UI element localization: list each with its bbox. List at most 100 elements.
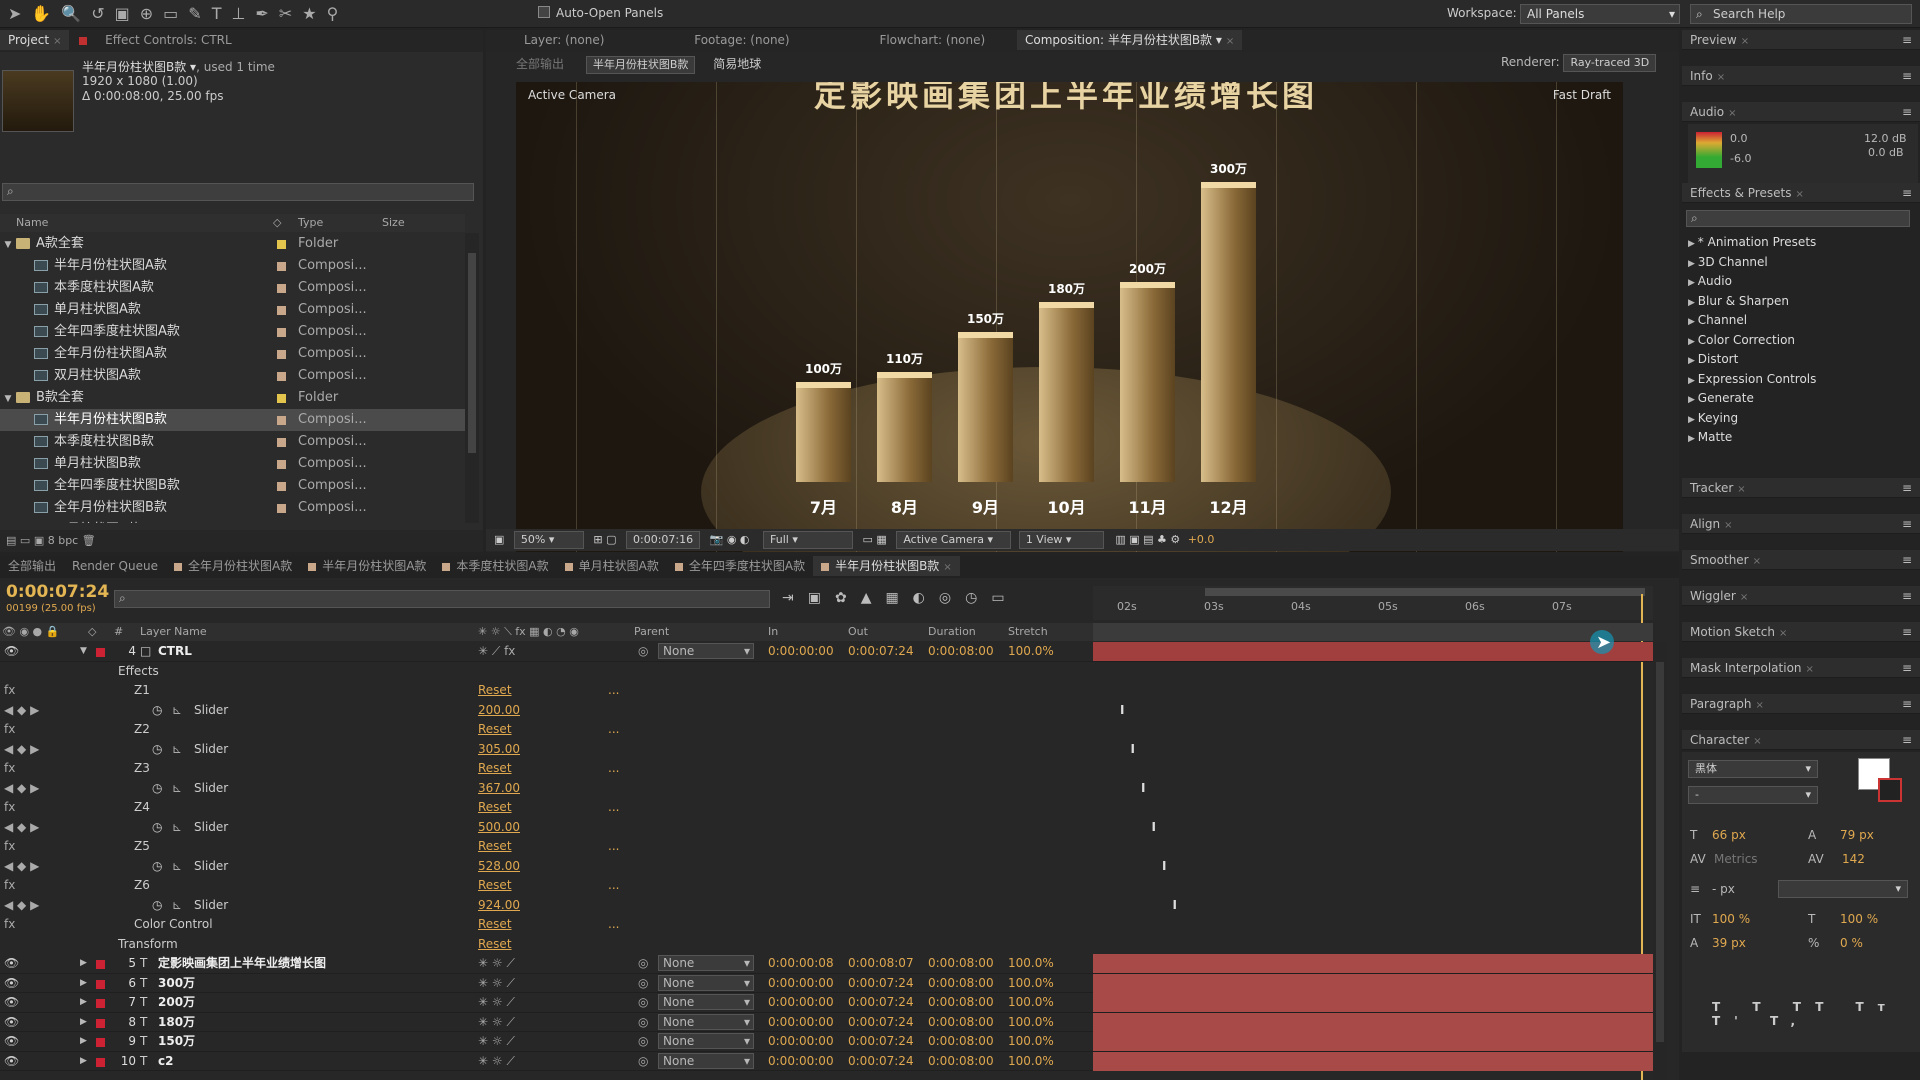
timeline-tab[interactable]: 单月柱状图A款 — [557, 556, 667, 576]
col-type[interactable]: Type — [298, 214, 323, 232]
keyframe-nav-icon[interactable]: ◀ ◆ ▶ — [4, 701, 39, 720]
project-item[interactable]: 全年月份柱状图B款 Composi... — [0, 497, 465, 519]
keyframe-nav-icon[interactable]: ◀ ◆ ▶ — [4, 818, 39, 837]
label-color-swatch[interactable] — [277, 328, 286, 337]
effect-item[interactable]: fx Z2 Reset... — [0, 720, 1653, 740]
layer-stretch[interactable]: 100.0% — [1008, 974, 1054, 993]
layer-out[interactable]: 0:00:07:24 — [848, 1052, 914, 1071]
slider-row[interactable]: ◀ ◆ ▶ ◷ ⊾ Slider 367.00 I — [0, 779, 1653, 799]
font-style-select[interactable]: - ▾ — [1688, 786, 1818, 804]
timeline-layer-row[interactable]: 👁 ▶ 9 T 150万 ✳ ☼ ⟋ None ▾ ◎ 0:00:00:00 0:00:07:24 0… — [0, 1032, 1653, 1052]
pickwhip-icon[interactable]: ◎ — [638, 1013, 648, 1032]
panel-align[interactable]: Align × ≡ — [1682, 514, 1920, 534]
effect-item[interactable]: fx Z6 Reset... — [0, 876, 1653, 896]
project-item[interactable]: 半年月份柱状图B款 Composi... — [0, 409, 465, 431]
col-in[interactable]: In — [768, 623, 778, 641]
effects-category[interactable]: ▶ Audio — [1688, 271, 1732, 291]
project-scrollbar[interactable] — [465, 233, 479, 523]
layer-switch-icons[interactable]: ✳ ☼ ⟋ — [478, 1013, 515, 1032]
keyframe-marker[interactable]: I — [1141, 779, 1145, 798]
timeline-layer-row[interactable]: 👁 ▶ 6 T 300万 ✳ ☼ ⟋ None ▾ ◎ 0:00:00:00 0:00:07:24 0… — [0, 973, 1653, 993]
timeline-search-input[interactable]: ⌕ — [114, 590, 770, 608]
stroke-color-swatch[interactable] — [1878, 778, 1902, 802]
label-color-swatch[interactable] — [277, 262, 286, 271]
font-size-value[interactable]: 66 px — [1712, 828, 1746, 842]
views-select[interactable]: 1 View ▾ — [1018, 531, 1104, 549]
fit-icon[interactable]: ⊞ ▢ — [593, 533, 616, 546]
transform-group[interactable]: Transform Reset — [0, 935, 1653, 955]
panel-motion-sketch[interactable]: Motion Sketch × ≡ — [1682, 622, 1920, 642]
layer-name[interactable]: 300万 — [158, 974, 195, 993]
effects-category[interactable]: ▶ * Animation Presets — [1688, 232, 1816, 252]
project-item[interactable]: 本季度柱状图B款 Composi... — [0, 431, 465, 453]
effects-category[interactable]: ▶ Generate — [1688, 388, 1754, 408]
graph-icon[interactable]: ⊾ — [172, 857, 182, 876]
label-color-swatch[interactable] — [96, 1018, 105, 1028]
stopwatch-icon[interactable]: ◷ — [152, 857, 162, 876]
layer-switch-icons[interactable]: ✳ ☼ ⟋ — [478, 1052, 515, 1071]
label-color-swatch[interactable] — [277, 460, 286, 469]
layer-in[interactable]: 0:00:00:00 — [768, 1032, 834, 1051]
project-item[interactable]: 双月柱状图B款 Composi... — [0, 519, 465, 523]
effects-group[interactable]: Effects — [0, 662, 1653, 682]
current-time[interactable]: 0:00:07:16 — [626, 531, 701, 549]
roi-icon[interactable]: ▭ ▦ — [863, 533, 887, 546]
effects-category[interactable]: ▶ Matte — [1688, 427, 1732, 447]
layer-out[interactable]: 0:00:07:24 — [848, 1032, 914, 1051]
effects-category[interactable]: ▶ Color Correction — [1688, 330, 1795, 350]
chart-bar[interactable] — [1120, 282, 1175, 482]
about-link[interactable]: ... — [608, 681, 619, 700]
col-name[interactable]: Name — [16, 214, 48, 232]
panel-character[interactable]: Character × ≡ — [1682, 730, 1920, 750]
effects-category[interactable]: ▶ 3D Channel — [1688, 252, 1768, 272]
effects-category[interactable]: ▶ Expression Controls — [1688, 369, 1816, 389]
layer-switch-icons[interactable]: ✳ ☼ ⟋ — [478, 1032, 515, 1051]
timeline-layer-row[interactable]: 👁 ▼ 4 □ CTRL ✳ ⟋ fx None ▾ ◎ 0:00:00:00 0:00:07:24… — [0, 642, 1653, 662]
label-color-swatch[interactable] — [277, 416, 286, 425]
keyframe-nav-icon[interactable]: ◀ ◆ ▶ — [4, 896, 39, 915]
layer-in[interactable]: 0:00:00:00 — [768, 1052, 834, 1071]
chart-bar[interactable] — [1039, 302, 1094, 482]
layer-switch-icons[interactable]: ✳ ☼ ⟋ — [478, 993, 515, 1012]
eye-icon[interactable]: 👁 — [4, 1032, 19, 1051]
reset-link[interactable]: Reset — [478, 720, 512, 739]
reset-link[interactable]: Reset — [478, 798, 512, 817]
panel-tracker[interactable]: Tracker × ≡ — [1682, 478, 1920, 498]
project-search-input[interactable]: ⌕ — [2, 183, 474, 201]
keyframe-nav-icon[interactable]: ◀ ◆ ▶ — [4, 740, 39, 759]
text-style-buttons[interactable]: T T TT Tт T' T, — [1712, 1000, 1920, 1028]
label-color-swatch[interactable] — [277, 504, 286, 513]
effect-item[interactable]: fx Z3 Reset... — [0, 759, 1653, 779]
twirl-icon[interactable]: ▶ — [80, 1013, 87, 1032]
project-item[interactable]: ▼ B款全套 Folder — [0, 387, 465, 409]
layer-name[interactable]: c2 — [158, 1052, 173, 1071]
reset-link[interactable]: Reset — [478, 876, 512, 895]
timeline-layer-row[interactable]: 👁 ▶ 5 T 定影映画集团上半年业绩增长图 ✳ ☼ ⟋ None ▾ ◎ 0:00:00:08 0… — [0, 954, 1653, 974]
label-color-swatch[interactable] — [277, 438, 286, 447]
layer-stretch[interactable]: 100.0% — [1008, 954, 1054, 973]
layer-duration-bar[interactable] — [1093, 1032, 1653, 1051]
eye-icon[interactable]: 👁 — [4, 993, 19, 1012]
effects-category[interactable]: ▶ Distort — [1688, 349, 1738, 369]
label-color-swatch[interactable] — [96, 648, 105, 657]
exposure-value[interactable]: +0.0 — [1188, 533, 1215, 546]
tab-footage[interactable]: Footage: (none) — [686, 30, 797, 50]
twirl-icon[interactable]: ▶ — [80, 954, 87, 973]
layer-out[interactable]: 0:00:07:24 — [848, 974, 914, 993]
stopwatch-icon[interactable]: ◷ — [152, 896, 162, 915]
work-area-bar[interactable] — [1205, 588, 1645, 596]
slider-row[interactable]: ◀ ◆ ▶ ◷ ⊾ Slider 200.00 I — [0, 701, 1653, 721]
project-item[interactable]: 全年月份柱状图A款 Composi... — [0, 343, 465, 365]
project-item[interactable]: 单月柱状图B款 Composi... — [0, 453, 465, 475]
layer-in[interactable]: 0:00:00:00 — [768, 642, 834, 661]
chart-bar[interactable] — [796, 382, 851, 482]
stopwatch-icon[interactable]: ◷ — [152, 740, 162, 759]
parent-select[interactable]: None ▾ — [658, 1052, 754, 1069]
tsume-value[interactable]: 0 % — [1840, 936, 1863, 950]
reset-link[interactable]: Reset — [478, 915, 512, 934]
close-icon[interactable]: × — [943, 562, 951, 573]
about-link[interactable]: ... — [608, 798, 619, 817]
layer-name[interactable]: CTRL — [158, 642, 192, 661]
search-help-input[interactable]: ⌕ Search Help — [1690, 4, 1912, 24]
chart-bar[interactable] — [958, 332, 1013, 482]
